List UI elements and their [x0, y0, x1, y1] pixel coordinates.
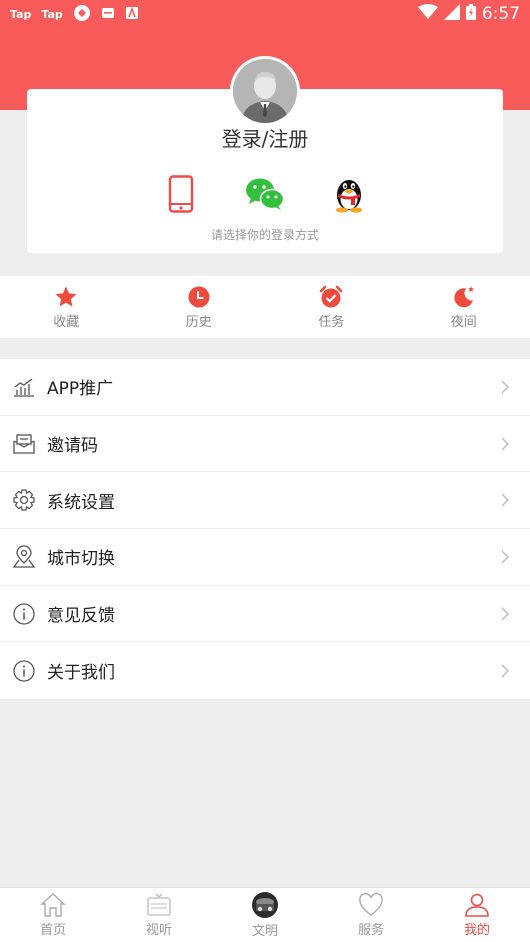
- app-icon: [73, 4, 91, 25]
- menu-item-city-switch[interactable]: 城市切换: [0, 529, 530, 586]
- tab-label: 视听: [145, 923, 172, 938]
- quick-item-night-mode[interactable]: 夜间: [398, 276, 530, 338]
- quick-actions: 收藏 历史 任务 夜间: [0, 276, 530, 338]
- chevron-right-icon: [501, 380, 509, 394]
- phone-icon: [168, 175, 194, 213]
- avatar[interactable]: [230, 56, 300, 126]
- wechat-icon: [246, 178, 285, 210]
- quick-label: 任务: [318, 314, 345, 330]
- quick-label: 历史: [185, 314, 212, 330]
- status-app-label: Tap: [10, 7, 32, 21]
- tab-label: 我的: [463, 923, 490, 938]
- gear-icon: [13, 489, 35, 511]
- tab-mine[interactable]: 我的: [424, 888, 530, 942]
- status-bar: Tap Tap 6:57: [0, 0, 530, 28]
- location-icon: [12, 545, 36, 568]
- tab-label: 服务: [357, 923, 384, 938]
- quick-label: 夜间: [450, 314, 477, 330]
- battery-icon: [465, 3, 476, 25]
- tab-label: 首页: [39, 923, 66, 938]
- quick-item-tasks[interactable]: 任务: [265, 276, 398, 338]
- chart-icon: [14, 378, 34, 397]
- tab-home[interactable]: 首页: [0, 888, 106, 942]
- user-icon: [465, 893, 489, 917]
- chevron-right-icon: [501, 493, 509, 507]
- settings-menu: APP推广 邀请码 系统设置 城市切换 意见反馈 关于我们: [0, 359, 530, 700]
- menu-label: 城市切换: [47, 549, 115, 570]
- heart-icon: [359, 892, 383, 916]
- menu-label: APP推广: [47, 379, 114, 400]
- menu-item-invite-code[interactable]: 邀请码: [0, 416, 530, 473]
- menu-item-system-settings[interactable]: 系统设置: [0, 472, 530, 530]
- home-icon: [40, 893, 66, 917]
- app-icon: [101, 6, 115, 23]
- info-icon: [13, 660, 35, 682]
- clock-icon: [188, 286, 210, 307]
- phone-login-button[interactable]: [161, 174, 201, 214]
- chevron-right-icon: [501, 664, 509, 678]
- menu-item-app-promotion[interactable]: APP推广: [0, 359, 530, 416]
- wechat-login-button[interactable]: [245, 174, 285, 214]
- chevron-right-icon: [501, 550, 509, 564]
- quick-item-favorites[interactable]: 收藏: [0, 276, 133, 338]
- info-icon: [13, 602, 35, 625]
- moon-icon: [454, 285, 474, 307]
- civilization-icon: [252, 892, 278, 918]
- qq-login-button[interactable]: [329, 174, 369, 214]
- menu-item-feedback[interactable]: 意见反馈: [0, 586, 530, 643]
- signal-icon: [443, 3, 460, 25]
- tab-civilization[interactable]: 文明: [212, 888, 318, 942]
- star-icon: [55, 286, 77, 306]
- quick-label: 收藏: [53, 314, 80, 330]
- default-user-icon: [233, 59, 297, 123]
- menu-label: 关于我们: [47, 663, 115, 684]
- quick-item-history[interactable]: 历史: [133, 276, 266, 338]
- bottom-tab-bar: 首页 视听 文明 服务 我的: [0, 887, 530, 942]
- menu-label: 邀请码: [47, 436, 98, 457]
- chevron-right-icon: [501, 437, 509, 451]
- qq-icon: [336, 180, 362, 213]
- login-hint: 请选择你的登录方式: [210, 228, 319, 242]
- menu-label: 系统设置: [47, 492, 115, 513]
- status-time: 6:57: [481, 4, 520, 24]
- menu-label: 意见反馈: [47, 606, 115, 627]
- menu-item-about-us[interactable]: 关于我们: [0, 642, 530, 699]
- chevron-right-icon: [501, 607, 509, 621]
- alarm-icon: [319, 285, 343, 307]
- tab-label: 文明: [251, 924, 278, 939]
- login-register-link[interactable]: 登录/注册: [0, 123, 530, 152]
- login-methods: [0, 174, 530, 214]
- tv-icon: [147, 893, 171, 916]
- tab-service[interactable]: 服务: [318, 888, 424, 942]
- wifi-icon: [417, 3, 438, 25]
- app-icon: [125, 6, 139, 23]
- status-app-label: Tap: [41, 7, 63, 21]
- envelope-icon: [13, 433, 35, 454]
- tab-audio-video[interactable]: 视听: [106, 888, 212, 942]
